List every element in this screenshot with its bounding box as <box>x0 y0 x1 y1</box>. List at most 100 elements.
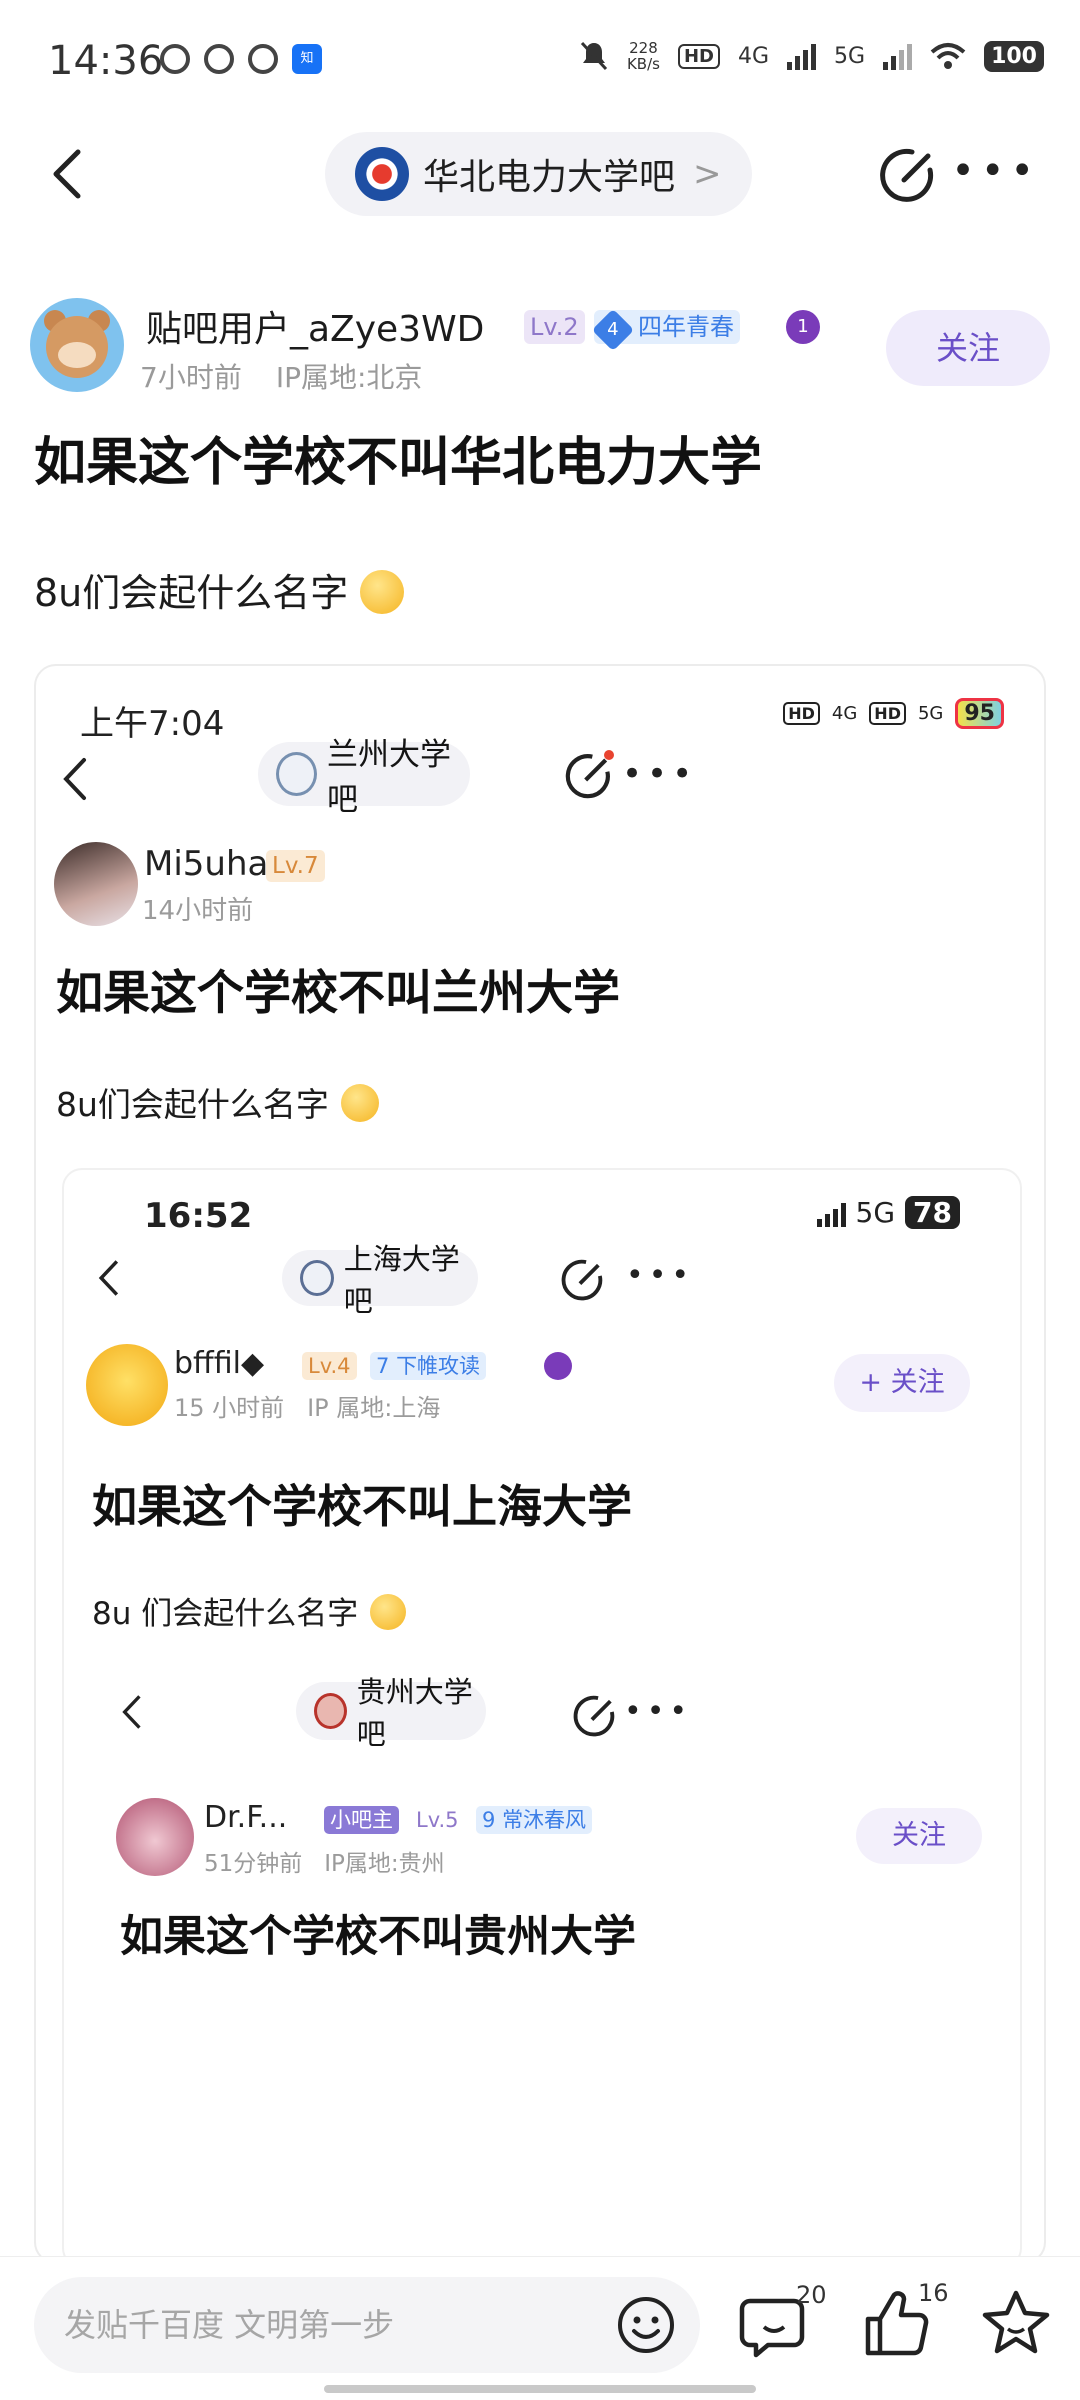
deep-member-tag: 9 常沐春风 <box>476 1806 593 1834</box>
deep-avatar <box>116 1798 194 1876</box>
deep-edit-icon <box>573 1695 615 1737</box>
deep-back-icon <box>122 1695 141 1729</box>
nested-back-icon <box>98 1260 119 1296</box>
deep-more-icon: ••• <box>624 1694 693 1729</box>
embedded-username: Mi5uha <box>144 844 269 884</box>
deep-forum-name: 贵州大学吧 <box>356 1675 473 1751</box>
emoji-icon <box>360 569 405 614</box>
more-icon[interactable]: ••• <box>951 151 1040 191</box>
speed-unit: KB/s <box>626 55 660 73</box>
embedded-post-body: 8u们会起什么名字 <box>56 1078 379 1126</box>
nested-edit-icon <box>561 1259 603 1301</box>
deep-follow-button: 关注 <box>856 1808 982 1864</box>
deep-forum-logo <box>314 1693 347 1729</box>
nested-more-icon: ••• <box>626 1258 695 1293</box>
app-fan-icon <box>248 44 278 74</box>
post-body: 8u们会起什么名字 <box>34 562 405 618</box>
star-icon[interactable] <box>976 2283 1056 2363</box>
post-ip: IP属地:北京 <box>275 361 423 394</box>
status-bar: 14:36 知 228 KB/s HD 4G 5G 100 <box>0 0 1080 126</box>
follow-button[interactable]: 关注 <box>886 310 1050 386</box>
speed-value: 228 <box>629 39 658 57</box>
network-speed: 228 KB/s <box>627 40 660 72</box>
embedded-status-time: 上午7:04 <box>80 704 225 744</box>
status-time: 14:36 <box>48 38 164 84</box>
mute-bell-icon <box>580 41 608 71</box>
weibo-icon <box>160 44 190 74</box>
forum-entry-pill[interactable]: 华北电力大学吧 > <box>325 132 752 216</box>
wifi-icon <box>930 43 966 69</box>
deep-post-title: 如果这个学校不叫贵州大学 <box>120 1912 636 1962</box>
deep-forum-pill: 贵州大学吧 <box>296 1675 486 1751</box>
hd-badge: HD <box>677 43 720 69</box>
embedded-post-time: 14小时前 <box>142 896 254 926</box>
app-leaf-icon <box>204 44 234 74</box>
deep-post-meta: 51分钟前 IP属地:贵州 <box>204 1851 445 1877</box>
embedded-back-icon <box>63 758 86 800</box>
embedded-avatar <box>54 842 138 926</box>
embedded-emoji-icon <box>340 1083 379 1122</box>
nested-avatar <box>86 1344 168 1426</box>
embedded-level-badge: Lv.7 <box>266 850 325 882</box>
status-app-icons: 知 <box>160 44 322 74</box>
forum-logo <box>355 147 409 201</box>
nested-medal-icon <box>544 1352 572 1380</box>
embedded-more-icon: ••• <box>622 754 698 794</box>
nested-emoji-icon <box>370 1593 407 1630</box>
home-indicator[interactable] <box>324 2385 756 2393</box>
deep-username: Dr.F... <box>204 1800 288 1835</box>
embedded-post-title: 如果这个学校不叫兰州大学 <box>56 966 620 1021</box>
status-indicators: 228 KB/s HD 4G 5G 100 <box>579 40 1044 72</box>
post-author: 贴吧用户_aZye3WD Lv.2 4 四年青春 1 7小时前 IP属地:北京 关注 <box>30 296 1050 406</box>
nested-post-body: 8u 们会起什么名字 <box>92 1588 407 1634</box>
nested-post-meta: 15 小时前 IP 属地:上海 <box>174 1394 441 1422</box>
reply-input[interactable] <box>64 2277 584 2373</box>
nested-forum-logo <box>300 1260 334 1296</box>
post-meta: 7小时前 IP属地:北京 <box>140 356 422 396</box>
reply-composer[interactable] <box>34 2277 700 2373</box>
emoji-icon[interactable] <box>616 2295 676 2355</box>
top-nav: 华北电力大学吧 > ••• <box>0 126 1080 222</box>
chevron-right-icon: > <box>693 154 722 194</box>
username[interactable]: 贴吧用户_aZye3WD <box>146 300 484 352</box>
bottom-action-bar: 20 16 <box>0 2256 1080 2400</box>
network-4g: 4G <box>737 43 770 69</box>
signal-icon <box>787 42 817 70</box>
nested-follow-button: + 关注 <box>834 1354 970 1412</box>
nested-image: 16:52 5G 78 上海大学吧 ••• bfffil◆ Lv.4 7 下帷攻… <box>62 1168 1022 2262</box>
avatar[interactable] <box>30 298 124 392</box>
signal-icon-2 <box>883 42 913 70</box>
nested-forum-name: 上海大学吧 <box>343 1242 460 1318</box>
deep-role-badge: 小吧主 <box>324 1806 399 1834</box>
back-icon[interactable] <box>44 148 92 200</box>
nested-level-badge: Lv.4 <box>302 1352 357 1380</box>
medal-icon: 1 <box>786 310 820 344</box>
post-body-text: 8u们会起什么名字 <box>34 571 349 615</box>
member-tag-label: 四年青春 <box>638 313 734 341</box>
deep-level-badge: Lv.5 <box>416 1808 459 1832</box>
forum-name: 华北电力大学吧 <box>423 157 676 198</box>
post-image[interactable]: 上午7:04 HD 4G HD 5G 95 兰州大学吧 ••• Mi5uha Lv.… <box>34 664 1046 2264</box>
battery-indicator: 100 <box>984 40 1044 72</box>
member-tag-badge: 4 四年青春 <box>591 308 740 352</box>
embedded-edit-icon <box>565 750 614 799</box>
nested-battery: 78 <box>905 1196 960 1229</box>
embedded-forum-logo <box>276 752 318 796</box>
diamond-icon: 4 <box>591 308 635 352</box>
like-count: 16 <box>918 2279 949 2307</box>
nested-member-tag: 7 下帷攻读 <box>370 1352 487 1380</box>
nested-forum-pill: 上海大学吧 <box>282 1242 478 1318</box>
embedded-battery: 95 <box>955 698 1004 729</box>
post-title: 如果这个学校不叫华北电力大学 <box>34 433 763 493</box>
zhihu-icon: 知 <box>292 44 322 74</box>
embedded-forum-pill: 兰州大学吧 <box>258 737 470 818</box>
level-badge: Lv.2 <box>524 310 585 344</box>
post-time: 7小时前 <box>140 361 242 394</box>
embedded-status-indicators: HD 4G HD 5G 95 <box>783 698 1004 729</box>
nested-status-indicators: 5G 78 <box>816 1196 960 1229</box>
nested-username: bfffil◆ <box>174 1346 265 1381</box>
edit-icon[interactable] <box>878 144 938 204</box>
comment-count: 20 <box>796 2281 827 2309</box>
embedded-forum-name: 兰州大学吧 <box>327 737 452 818</box>
network-5g: 5G <box>834 43 866 69</box>
